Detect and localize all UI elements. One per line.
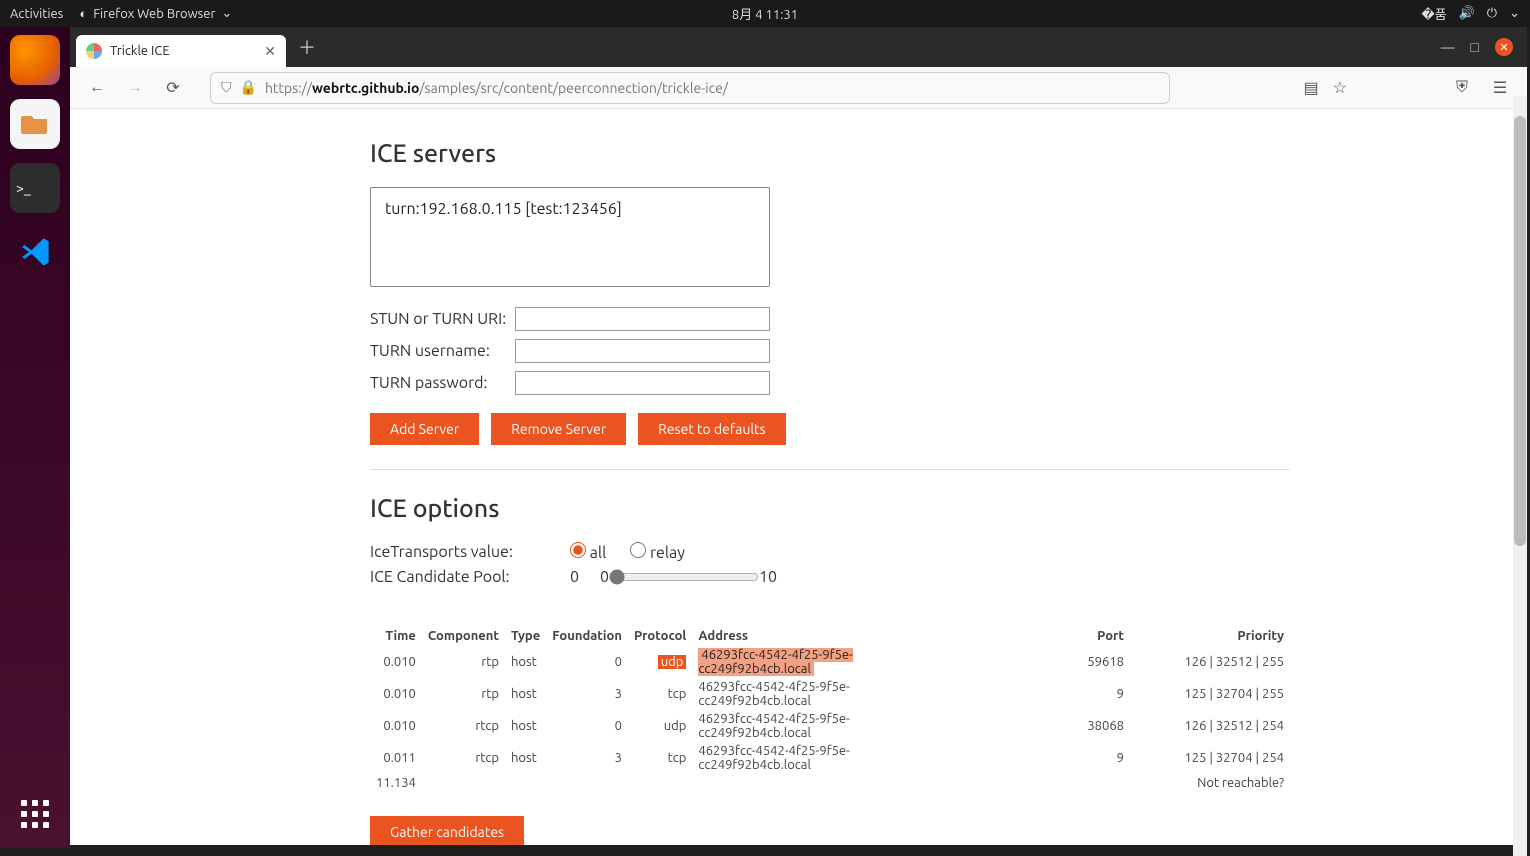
radio-all-label[interactable]: all [570, 542, 606, 562]
app-menu[interactable]: ◐ Firefox Web Browser ⌄ [79, 6, 232, 21]
firefox-icon: ◐ [79, 6, 87, 21]
minimize-button[interactable]: — [1441, 39, 1455, 55]
col-port: Port [910, 626, 1130, 646]
network-icon[interactable]: �품 [1421, 4, 1446, 23]
pool-label: ICE Candidate Pool: [370, 568, 570, 586]
close-tab-icon[interactable]: ✕ [264, 43, 276, 60]
maximize-button[interactable]: □ [1471, 39, 1479, 55]
table-row: 0.010rtcphost0udp46293fcc-4542-4f25-9f5e… [370, 710, 1290, 742]
tab-trickle-ice[interactable]: Trickle ICE ✕ [76, 35, 286, 67]
pool-min: 0 [600, 568, 609, 586]
remove-server-button[interactable]: Remove Server [491, 413, 626, 445]
toolbar: ← → ⟳ ⛉ 🔒 https://webrtc.github.io/sampl… [70, 67, 1527, 109]
menu-icon[interactable]: ☰ [1487, 78, 1513, 97]
table-row: 0.011rtcphost3tcp46293fcc-4542-4f25-9f5e… [370, 742, 1290, 774]
radio-relay[interactable] [630, 542, 646, 558]
tab-bar: Trickle ICE ✕ ＋ — □ ✕ [70, 27, 1527, 67]
username-label: TURN username: [370, 342, 515, 360]
col-component: Component [422, 626, 505, 646]
uri-label: STUN or TURN URI: [370, 310, 515, 328]
add-server-button[interactable]: Add Server [370, 413, 479, 445]
col-protocol: Protocol [628, 626, 692, 646]
col-foundation: Foundation [546, 626, 628, 646]
volume-icon[interactable]: 🔊 [1459, 6, 1475, 21]
password-input[interactable] [515, 371, 770, 395]
scrollbar-thumb[interactable] [1514, 116, 1526, 546]
gnome-topbar: Activities ◐ Firefox Web Browser ⌄ 8月 4 … [0, 0, 1530, 27]
lock-icon[interactable]: 🔒 [240, 79, 257, 96]
pool-slider[interactable] [609, 569, 759, 585]
radio-all[interactable] [570, 542, 586, 558]
gather-candidates-button[interactable]: Gather candidates [370, 816, 524, 845]
tab-title: Trickle ICE [110, 44, 170, 58]
server-option[interactable]: turn:192.168.0.115 [test:123456] [383, 198, 757, 220]
dock-firefox[interactable] [10, 35, 60, 85]
address-bar[interactable]: ⛉ 🔒 https://webrtc.github.io/samples/src… [210, 72, 1170, 104]
dock-terminal[interactable]: >_ [10, 163, 60, 213]
firefox-window: Trickle ICE ✕ ＋ — □ ✕ ← → ⟳ ⛉ 🔒 https://… [70, 27, 1527, 845]
divider [370, 469, 1290, 470]
ubuntu-dock: >_ [0, 27, 70, 848]
pool-max: 10 [759, 568, 777, 586]
forward-button: → [122, 78, 148, 97]
ice-servers-heading: ICE servers [370, 139, 1290, 167]
ice-options-heading: ICE options [370, 494, 1290, 522]
col-priority: Priority [1130, 626, 1290, 646]
transports-label: IceTransports value: [370, 543, 570, 561]
dock-vscode[interactable] [10, 227, 60, 277]
chevron-down-icon: ⌄ [221, 6, 232, 21]
shield-icon[interactable]: ⛉ [221, 79, 232, 96]
ice-servers-list[interactable]: turn:192.168.0.115 [test:123456] [370, 187, 770, 287]
chevron-down-icon[interactable]: ⌄ [1509, 6, 1520, 21]
table-row: 0.010rtphost3tcp46293fcc-4542-4f25-9f5e-… [370, 678, 1290, 710]
dock-files[interactable] [10, 99, 60, 149]
dock-show-apps[interactable] [21, 800, 49, 828]
col-time: Time [370, 626, 422, 646]
radio-relay-label[interactable]: relay [630, 542, 685, 562]
page-content: ICE servers turn:192.168.0.115 [test:123… [70, 109, 1527, 845]
activities-button[interactable]: Activities [10, 7, 63, 21]
back-button[interactable]: ← [84, 78, 110, 97]
table-row: 0.010rtphost0udp46293fcc-4542-4f25-9f5e-… [370, 646, 1290, 678]
reader-mode-icon[interactable]: ▤ [1304, 78, 1319, 97]
new-tab-button[interactable]: ＋ [298, 34, 316, 60]
clock[interactable]: 8月 4 11:31 [732, 4, 798, 23]
url-text: https://webrtc.github.io/samples/src/con… [265, 80, 728, 96]
username-input[interactable] [515, 339, 770, 363]
vertical-scrollbar[interactable] [1513, 96, 1527, 856]
favicon [86, 43, 102, 59]
col-type: Type [505, 626, 546, 646]
candidates-table: Time Component Type Foundation Protocol … [370, 626, 1290, 792]
power-icon[interactable]: ⏻ [1487, 6, 1497, 21]
pool-value: 0 [570, 568, 600, 586]
pocket-icon[interactable]: ⛨ [1449, 78, 1475, 97]
password-label: TURN password: [370, 374, 515, 392]
table-row: 11.134Not reachable? [370, 774, 1290, 792]
uri-input[interactable] [515, 307, 770, 331]
bookmark-icon[interactable]: ☆ [1333, 78, 1347, 97]
reload-button[interactable]: ⟳ [160, 78, 186, 97]
reset-defaults-button[interactable]: Reset to defaults [638, 413, 785, 445]
col-address: Address [692, 626, 910, 646]
close-window-button[interactable]: ✕ [1495, 38, 1513, 56]
